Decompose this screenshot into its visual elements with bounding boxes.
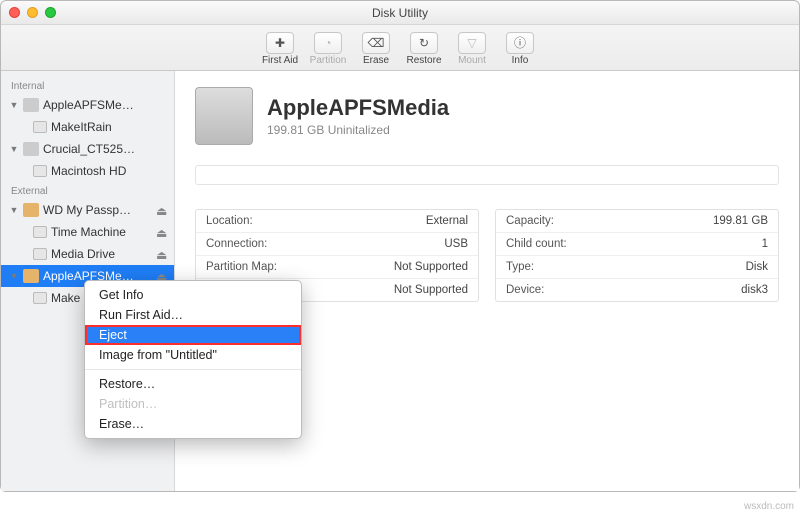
sidebar-heading-external: External: [1, 182, 174, 199]
prop-row: Child count:1: [496, 233, 778, 256]
volume-icon: [33, 226, 47, 238]
minimize-icon[interactable]: [27, 7, 38, 18]
prop-row: Type:Disk: [496, 256, 778, 279]
volume-icon: [33, 165, 47, 177]
eject-icon[interactable]: ⏏: [156, 248, 168, 260]
volume-icon: [33, 292, 47, 304]
info-icon: ⓘ: [506, 32, 534, 54]
toolbar: ✚First Aid ◔Partition ⌫Erase ↻Restore ▽M…: [1, 25, 799, 71]
disk-icon: [23, 98, 39, 112]
chevron-down-icon[interactable]: ▼: [9, 205, 19, 215]
first-aid-button[interactable]: ✚First Aid: [257, 30, 303, 66]
sidebar-volume[interactable]: Media Drive ⏏: [1, 243, 174, 265]
titlebar: Disk Utility: [1, 1, 799, 25]
properties-right: Capacity:199.81 GB Child count:1 Type:Di…: [495, 209, 779, 302]
disk-icon: [23, 142, 39, 156]
eject-icon[interactable]: ⏏: [156, 204, 168, 216]
menu-erase[interactable]: Erase…: [85, 414, 301, 434]
restore-icon: ↻: [410, 32, 438, 54]
sidebar-disk-internal-1[interactable]: ▼ Crucial_CT525…: [1, 138, 174, 160]
menu-eject[interactable]: Eject: [85, 325, 301, 345]
erase-icon: ⌫: [362, 32, 390, 54]
volume-icon: [33, 248, 47, 260]
capacity-bar: [195, 165, 779, 185]
large-disk-icon: [195, 87, 253, 145]
window-controls: [9, 7, 56, 18]
watermark: wsxdn.com: [744, 501, 794, 512]
menu-get-info[interactable]: Get Info: [85, 285, 301, 305]
prop-row: Device:disk3: [496, 279, 778, 301]
menu-partition: Partition…: [85, 394, 301, 414]
chevron-down-icon[interactable]: ▼: [9, 144, 19, 154]
info-button[interactable]: ⓘInfo: [497, 30, 543, 66]
pie-icon: ◔: [314, 32, 342, 54]
close-icon[interactable]: [9, 7, 20, 18]
sidebar-disk-internal-0[interactable]: ▼ AppleAPFSMe…: [1, 94, 174, 116]
sidebar-volume[interactable]: Time Machine ⏏: [1, 221, 174, 243]
restore-button[interactable]: ↻Restore: [401, 30, 447, 66]
sidebar-heading-internal: Internal: [1, 77, 174, 94]
window-title: Disk Utility: [372, 6, 428, 20]
chevron-down-icon[interactable]: ▼: [9, 271, 19, 281]
zoom-icon[interactable]: [45, 7, 56, 18]
volume-subtitle: 199.81 GB Uninitalized: [267, 123, 449, 137]
sidebar-volume[interactable]: Macintosh HD: [1, 160, 174, 182]
menu-run-first-aid[interactable]: Run First Aid…: [85, 305, 301, 325]
sidebar-disk-external-0[interactable]: ▼ WD My Passp… ⏏: [1, 199, 174, 221]
volume-icon: [33, 121, 47, 133]
volume-name: AppleAPFSMedia: [267, 95, 449, 121]
context-menu: Get Info Run First Aid… Eject Image from…: [84, 280, 302, 439]
prop-row: Location:External: [196, 210, 478, 233]
menu-image-from[interactable]: Image from "Untitled": [85, 345, 301, 365]
partition-button: ◔Partition: [305, 30, 351, 66]
mount-button: ▽Mount: [449, 30, 495, 66]
eject-icon[interactable]: ⏏: [156, 226, 168, 238]
stethoscope-icon: ✚: [266, 32, 294, 54]
erase-button[interactable]: ⌫Erase: [353, 30, 399, 66]
sidebar-volume[interactable]: MakeItRain: [1, 116, 174, 138]
menu-restore[interactable]: Restore…: [85, 374, 301, 394]
mount-icon: ▽: [458, 32, 486, 54]
prop-row: Capacity:199.81 GB: [496, 210, 778, 233]
disk-icon: [23, 269, 39, 283]
menu-separator: [85, 369, 301, 370]
disk-icon: [23, 203, 39, 217]
chevron-down-icon[interactable]: ▼: [9, 100, 19, 110]
prop-row: Partition Map:Not Supported: [196, 256, 478, 279]
prop-row: Connection:USB: [196, 233, 478, 256]
